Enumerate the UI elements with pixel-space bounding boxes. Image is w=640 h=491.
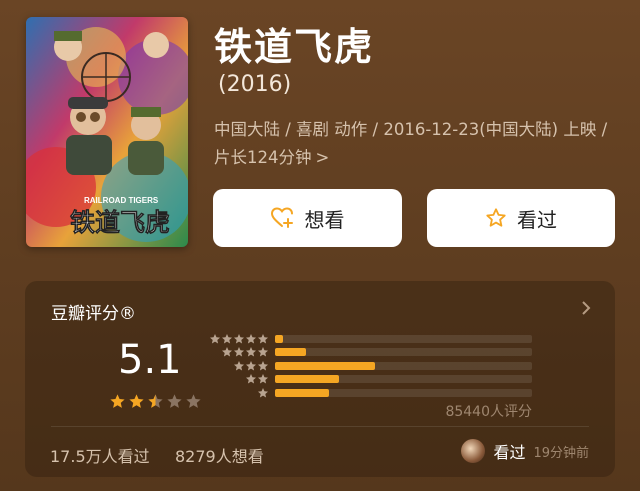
- friend-time: 19分钟前: [533, 445, 589, 461]
- star-outline-icon: [485, 207, 507, 229]
- distribution-stars: [209, 373, 269, 385]
- movie-meta[interactable]: 中国大陆 / 喜剧 动作 / 2016-12-23(中国大陆) 上映 / 片长1…: [214, 116, 614, 172]
- want-count: 8279人想看: [175, 447, 264, 466]
- star-icon: [186, 394, 201, 408]
- distribution-track: [275, 348, 532, 357]
- distribution-track: [275, 334, 532, 343]
- star-icon: [258, 347, 268, 357]
- friend-action: 看过: [493, 443, 526, 462]
- distribution-bar: [275, 334, 283, 343]
- divider: [51, 426, 589, 427]
- distribution-stars: [209, 346, 269, 358]
- distribution-bar: [275, 361, 376, 370]
- rating-score: 5.1: [118, 337, 182, 383]
- distribution-row: [209, 373, 549, 387]
- distribution-track: [275, 375, 532, 384]
- chevron-right-icon[interactable]: [581, 299, 591, 320]
- distribution-stars: [209, 333, 269, 345]
- want-to-watch-button[interactable]: 想看: [213, 189, 402, 247]
- distribution-row: [209, 332, 549, 346]
- seen-button[interactable]: 看过: [427, 189, 615, 247]
- movie-detail-page: RAILROAD TIGERS 铁道飞虎 铁道飞虎 (2016) 中国大陆 / …: [0, 0, 640, 491]
- friend-activity[interactable]: 看过 19分钟前: [461, 439, 589, 463]
- star-icon: [234, 360, 244, 371]
- star-icon: [222, 347, 232, 357]
- want-button-label: 想看: [304, 207, 345, 232]
- star-icon: [258, 333, 268, 344]
- avatar[interactable]: [461, 439, 486, 463]
- star-icon: [258, 387, 268, 398]
- distribution-track: [275, 388, 532, 397]
- heart-plus-icon: [270, 207, 295, 229]
- star-icon: [234, 333, 244, 344]
- distribution-row: [209, 359, 549, 373]
- rating-distribution: [209, 332, 549, 400]
- rating-header: 豆瓣评分®: [51, 304, 136, 324]
- movie-year: (2016): [218, 72, 292, 97]
- poster-chinese-title: 铁道飞虎: [70, 208, 170, 237]
- star-icon: [129, 394, 144, 408]
- star-icon: [246, 333, 256, 344]
- star-icon: [246, 360, 256, 371]
- seen-count: 17.5万人看过: [50, 447, 150, 466]
- star-icon: [246, 374, 256, 384]
- distribution-bar: [275, 388, 329, 397]
- star-icon: [258, 374, 268, 384]
- star-icon: [167, 394, 182, 408]
- star-icon: [222, 333, 232, 344]
- distribution-stars: [209, 360, 269, 372]
- star-icon: [110, 394, 125, 408]
- distribution-row: [209, 346, 549, 360]
- seen-button-label: 看过: [517, 207, 557, 232]
- distribution-bar: [275, 375, 340, 384]
- movie-title: 铁道飞虎: [214, 25, 375, 69]
- rating-count: 85440人评分: [445, 404, 532, 420]
- poster-image: RAILROAD TIGERS 铁道飞虎: [26, 17, 188, 247]
- distribution-stars: [209, 387, 269, 399]
- rating-stars: [109, 393, 202, 410]
- star-icon: [258, 360, 268, 371]
- poster-english-title: RAILROAD TIGERS: [84, 196, 159, 205]
- star-icon: [234, 347, 244, 357]
- distribution-bar: [275, 348, 306, 357]
- star-icon: [210, 333, 220, 344]
- star-icon: [246, 347, 256, 357]
- rating-card[interactable]: 豆瓣评分® 5.1 85440人评分 17.5万人看过 8279人想看 看过 1…: [25, 281, 615, 477]
- movie-poster[interactable]: RAILROAD TIGERS 铁道飞虎: [26, 17, 188, 247]
- star-icon: [148, 394, 163, 408]
- chevron-right-icon: >: [315, 148, 330, 167]
- distribution-track: [275, 361, 532, 370]
- distribution-row: [209, 386, 549, 400]
- meta-text: 中国大陆 / 喜剧 动作 / 2016-12-23(中国大陆) 上映 / 片长1…: [214, 120, 608, 167]
